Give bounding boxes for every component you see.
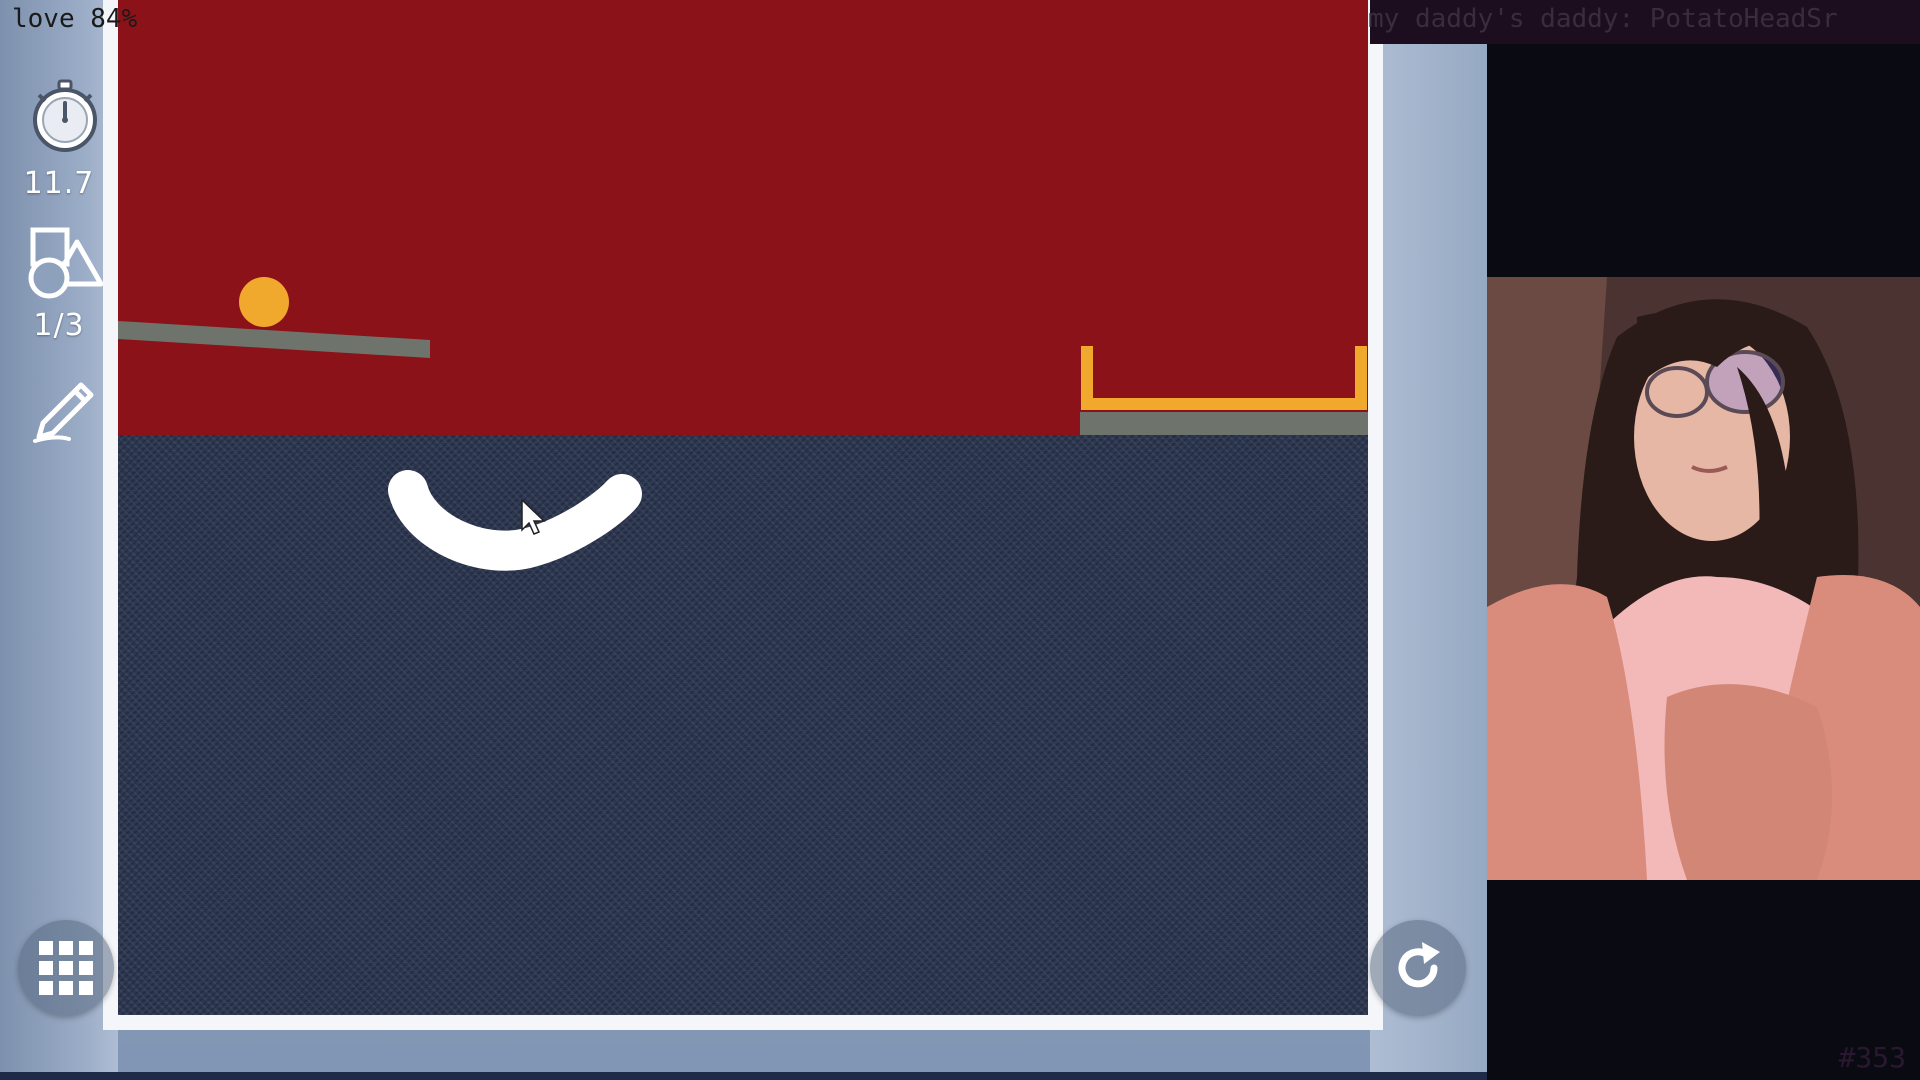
shapes-icon bbox=[28, 227, 104, 299]
goal-cup bbox=[1081, 346, 1367, 410]
tilted-platform bbox=[118, 321, 430, 358]
level-menu-button[interactable] bbox=[18, 920, 114, 1016]
streamer-image bbox=[1487, 277, 1920, 880]
level-objects bbox=[118, 277, 1368, 571]
restart-button[interactable] bbox=[1370, 920, 1466, 1016]
play-field[interactable] bbox=[118, 0, 1368, 1015]
daddy-ticker-text: my daddy's daddy: PotatoHeadSr bbox=[1368, 4, 1838, 34]
right-sidebar bbox=[1370, 0, 1487, 1080]
goal-base bbox=[1080, 412, 1368, 435]
bottom-counter: #353 bbox=[1838, 1041, 1906, 1074]
shapes-remaining: 1/3 bbox=[33, 308, 85, 343]
ball[interactable] bbox=[239, 277, 289, 327]
left-sidebar: 11.7 1/3 bbox=[0, 0, 118, 1080]
stopwatch-icon bbox=[33, 79, 97, 152]
timer-value: 11.7 bbox=[23, 166, 95, 201]
webcam-feed bbox=[1487, 277, 1920, 880]
restart-icon bbox=[1398, 942, 1440, 988]
game-window: 11.7 1/3 bbox=[0, 0, 1487, 1080]
drawn-shape bbox=[388, 470, 642, 571]
pencil-icon[interactable] bbox=[25, 365, 105, 445]
love-meter-text: love 84% bbox=[12, 4, 138, 34]
grid-menu-icon bbox=[39, 941, 93, 995]
bottom-bar bbox=[0, 1072, 1487, 1080]
